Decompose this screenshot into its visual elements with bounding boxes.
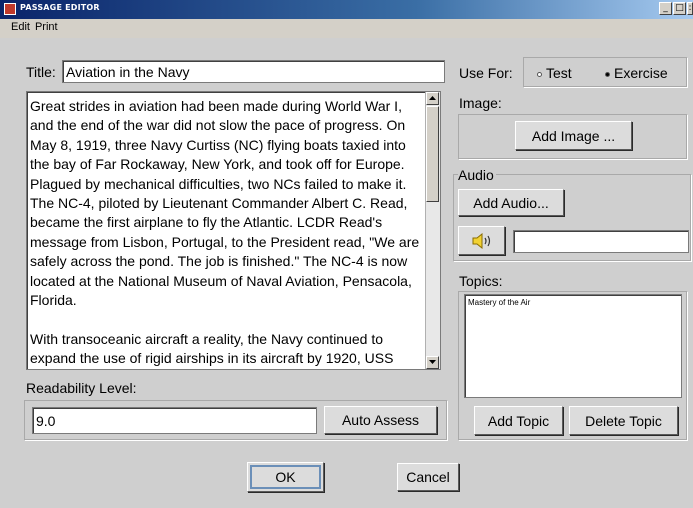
window-controls: _ □ :	[659, 2, 693, 15]
close-icon[interactable]: :	[687, 2, 693, 15]
readability-value: 9.0	[36, 413, 56, 429]
title-bar: PASSAGE EDITOR _ □ :	[0, 0, 693, 19]
use-for-label: Use For:	[459, 65, 513, 81]
scroll-up-icon[interactable]	[426, 92, 439, 105]
scroll-thumb[interactable]	[426, 106, 439, 202]
maximize-icon[interactable]: □	[673, 2, 686, 15]
passage-scrollbar[interactable]	[425, 92, 440, 369]
radio-test-icon	[537, 71, 542, 77]
play-audio-button[interactable]	[458, 226, 505, 255]
title-input-value: Aviation in the Navy	[66, 64, 190, 80]
passage-text: Great strides in aviation had been made …	[30, 98, 420, 367]
delete-topic-button[interactable]: Delete Topic	[569, 406, 678, 435]
add-topic-button[interactable]: Add Topic	[474, 406, 563, 435]
readability-label: Readability Level:	[26, 380, 137, 396]
audio-label: Audio	[458, 167, 496, 183]
add-audio-button[interactable]: Add Audio...	[458, 189, 564, 216]
menu-bar: Edit Print	[0, 19, 693, 38]
radio-test[interactable]: Test	[537, 65, 572, 81]
radio-exercise-icon	[605, 71, 610, 77]
menu-edit[interactable]: Edit	[11, 19, 30, 33]
ok-button[interactable]: OK	[247, 462, 324, 492]
menu-print[interactable]: Print	[35, 19, 58, 33]
readability-input[interactable]: 9.0	[32, 407, 317, 434]
topics-list[interactable]: Mastery of the Air	[464, 294, 682, 398]
app-icon	[4, 3, 16, 15]
window-title: PASSAGE EDITOR	[20, 3, 100, 12]
radio-test-label: Test	[546, 65, 572, 81]
topics-label: Topics:	[459, 273, 503, 289]
cancel-button[interactable]: Cancel	[397, 463, 459, 491]
auto-assess-button[interactable]: Auto Assess	[324, 406, 437, 434]
speaker-icon	[472, 232, 490, 249]
image-label: Image:	[459, 95, 502, 111]
topic-item[interactable]: Mastery of the Air	[468, 298, 530, 307]
audio-file-field[interactable]	[513, 230, 689, 253]
radio-exercise[interactable]: Exercise	[605, 65, 668, 81]
add-image-button[interactable]: Add Image ...	[515, 121, 632, 150]
title-label: Title:	[26, 64, 56, 80]
scroll-down-icon[interactable]	[426, 356, 439, 369]
title-input[interactable]: Aviation in the Navy	[62, 60, 445, 83]
minimize-icon[interactable]: _	[659, 2, 672, 15]
passage-textarea[interactable]: Great strides in aviation had been made …	[26, 91, 441, 370]
radio-exercise-label: Exercise	[614, 65, 668, 81]
